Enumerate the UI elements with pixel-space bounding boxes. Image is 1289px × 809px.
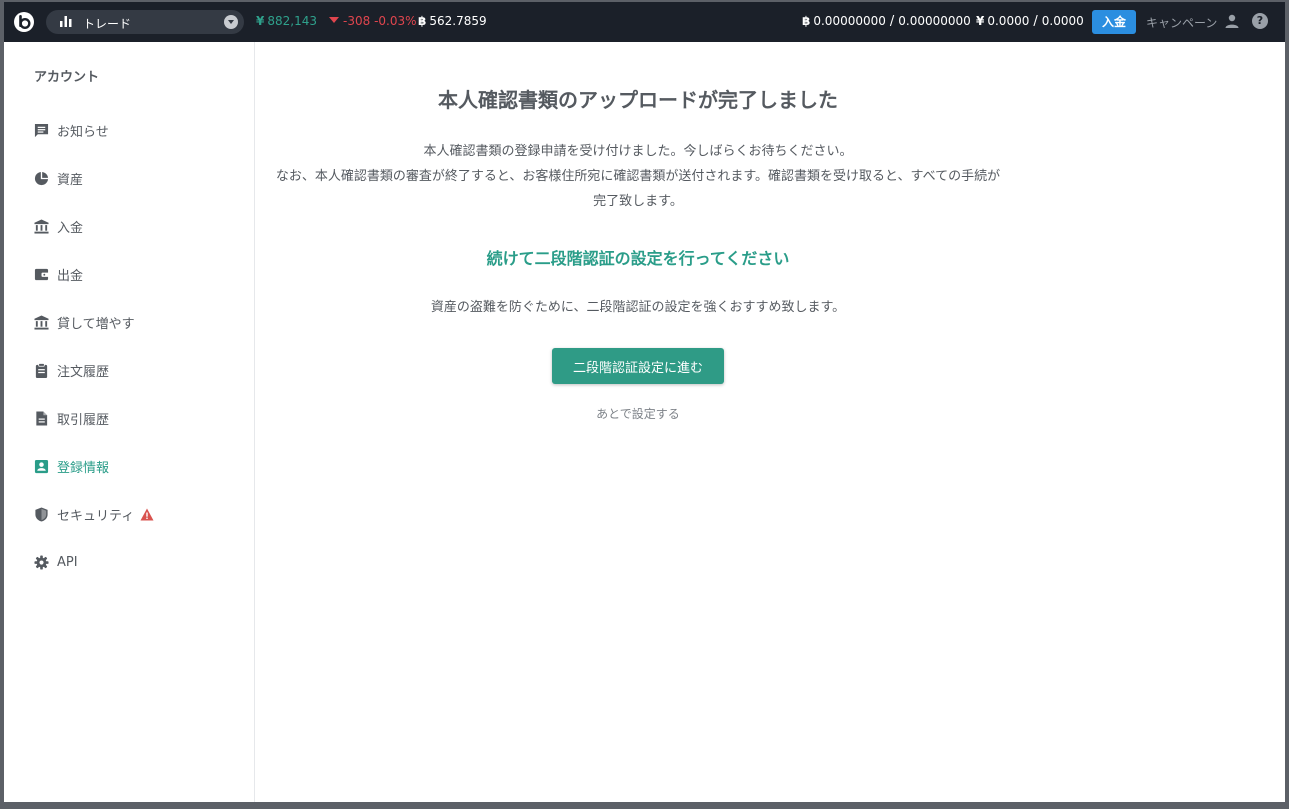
trade-select[interactable]: トレード: [46, 10, 244, 34]
sidebar-item-registration-info[interactable]: 登録情報: [4, 442, 254, 490]
clipboard-icon: [35, 362, 48, 378]
bitcoin-symbol: ฿: [418, 14, 427, 28]
price-change-value: -308: [343, 14, 371, 28]
sidebar-menu: お知らせ 資産 入金 出金 貸して増やす 注文履歴 取引履歴 登録情報 セキュリ…: [4, 106, 254, 586]
trade-select-label: トレード: [83, 17, 132, 31]
sidebar-item-label: お知らせ: [57, 124, 109, 140]
message-icon: [34, 123, 49, 137]
price-change-percent: -0.03%: [374, 14, 417, 28]
chevron-down-icon: [224, 15, 238, 29]
document-icon: [36, 410, 48, 426]
sidebar-item-label: 入金: [57, 220, 84, 236]
sidebar-item-assets[interactable]: 資産: [4, 154, 254, 202]
warning-icon: [140, 508, 154, 520]
sidebar-item-label: 登録情報: [57, 460, 110, 476]
help-icon[interactable]: ?: [1252, 13, 1268, 29]
sidebar-title: アカウント: [34, 70, 100, 85]
two-factor-heading: 続けて二段階認証の設定を行ってください: [486, 249, 790, 268]
jpy-balance-available: 0.0000: [987, 14, 1030, 28]
bank-icon: [34, 314, 49, 330]
description-line: 本人確認書類の登録申請を受け付けました。今しばらくお待ちください。: [423, 144, 853, 159]
sidebar-item-label: 取引履歴: [57, 412, 110, 428]
page-title: 本人確認書類のアップロードが完了しました: [438, 88, 838, 112]
balance-separator: /: [889, 14, 895, 29]
sidebar-item-trade-history[interactable]: 取引履歴: [4, 394, 254, 442]
bank-icon: [34, 218, 49, 234]
gear-icon: [34, 554, 49, 570]
jpy-price-value: 882,143: [267, 14, 317, 28]
caret-down-icon: [329, 17, 339, 23]
setup-later-link[interactable]: あとで設定する: [255, 405, 1021, 422]
btc-balance-total: 0.00000000: [898, 14, 971, 28]
btc-balance-available: 0.00000000: [813, 14, 886, 28]
app-window: トレード ¥882,143 -308 -0.03% ฿ 562.7859 ฿ 0.0…: [4, 2, 1285, 802]
balance-separator: /: [1033, 14, 1038, 29]
btc-price: ฿ 562.7859: [418, 14, 487, 28]
sidebar-item-lending[interactable]: 貸して増やす: [4, 298, 254, 346]
description: 本人確認書類の登録申請を受け付けました。今しばらくお待ちください。 なお、本人確…: [273, 139, 1003, 214]
deposit-button[interactable]: 入金: [1092, 10, 1136, 34]
shield-icon: [35, 506, 48, 522]
sidebar-item-security[interactable]: セキュリティ: [4, 490, 254, 538]
sidebar-item-label: 貸して増やす: [57, 316, 135, 332]
top-bar: トレード ¥882,143 -308 -0.03% ฿ 562.7859 ฿ 0.0…: [4, 2, 1285, 42]
wallet-icon: [34, 268, 49, 280]
yen-symbol: ¥: [976, 14, 985, 28]
yen-symbol: ¥: [256, 14, 265, 28]
sidebar-item-notices[interactable]: お知らせ: [4, 106, 254, 154]
pie-chart-icon: [34, 171, 49, 185]
btc-price-value: 562.7859: [429, 14, 487, 28]
sidebar-item-label: 注文履歴: [57, 364, 110, 380]
user-icon[interactable]: [1225, 14, 1239, 28]
price-change: -308 -0.03%: [329, 14, 417, 28]
main-content: 本人確認書類のアップロードが完了しました 本人確認書類の登録申請を受け付けました…: [255, 42, 1285, 802]
sidebar: アカウント お知らせ 資産 入金 出金 貸して増やす 注文履歴 取引履歴 登録情…: [4, 42, 255, 802]
sidebar-item-api[interactable]: API: [4, 538, 254, 586]
sidebar-item-label: API: [57, 554, 78, 570]
bar-chart-icon: [60, 16, 72, 27]
campaign-link[interactable]: キャンペーン: [1146, 14, 1217, 31]
sidebar-item-label: 資産: [57, 172, 84, 188]
setup-two-factor-button[interactable]: 二段階認証設定に進む: [552, 348, 724, 384]
description-line: なお、本人確認書類の審査が終了すると、お客様住所宛に確認書類が送付されます。確認…: [275, 169, 1001, 209]
bitcoin-symbol: ฿: [802, 14, 811, 28]
account-box-icon: [34, 459, 49, 473]
sidebar-item-withdraw[interactable]: 出金: [4, 250, 254, 298]
logo-icon[interactable]: [13, 11, 35, 33]
sidebar-item-order-history[interactable]: 注文履歴: [4, 346, 254, 394]
two-factor-recommendation: 資産の盗難を防ぐために、二段階認証の設定を強くおすすめ致します。: [430, 300, 846, 315]
sidebar-item-label: 出金: [57, 268, 84, 284]
sidebar-item-deposit[interactable]: 入金: [4, 202, 254, 250]
jpy-balance-total: 0.0000: [1041, 14, 1084, 28]
sidebar-item-label: セキュリティ: [57, 508, 135, 524]
jpy-balance: ¥0.0000/0.0000: [976, 14, 1084, 29]
btc-balance: ฿ 0.00000000/0.00000000: [802, 14, 971, 29]
jpy-price: ¥882,143: [256, 14, 317, 28]
